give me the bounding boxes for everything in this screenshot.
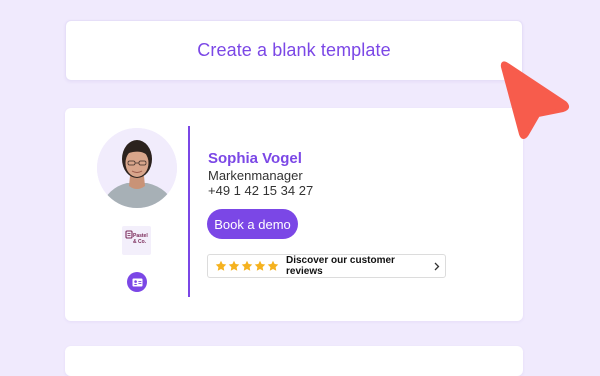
- reviews-label: Discover our customer reviews: [286, 255, 395, 277]
- pastel-logo-icon: Pastel & Co.: [125, 230, 148, 245]
- create-blank-template-button[interactable]: Create a blank template: [65, 20, 523, 81]
- chevron-right-icon: [434, 262, 440, 270]
- create-blank-template-label: Create a blank template: [197, 40, 391, 60]
- next-template-card[interactable]: [65, 346, 523, 376]
- signature-phone[interactable]: +49 1 42 15 34 27: [208, 183, 313, 198]
- profile-photo: [97, 128, 177, 208]
- star-icon: [241, 260, 253, 271]
- vertical-divider: [188, 126, 190, 297]
- signature-name: Sophia Vogel: [208, 150, 302, 167]
- customer-reviews-badge[interactable]: Discover our customer reviews: [207, 254, 446, 278]
- star-icon: [267, 260, 279, 271]
- pointer-cursor-icon: [500, 61, 570, 139]
- star-icon: [254, 260, 266, 271]
- star-icon: [228, 260, 240, 271]
- book-demo-button[interactable]: Book a demo: [207, 209, 298, 239]
- logo-text-line2: & Co.: [133, 239, 147, 245]
- vcard-button[interactable]: [127, 272, 147, 292]
- company-logo: Pastel & Co.: [122, 226, 151, 255]
- person-photo-illustration: [97, 128, 177, 208]
- star-icon: [215, 260, 227, 271]
- contact-card-icon: [132, 278, 142, 286]
- star-rating: [215, 260, 279, 272]
- signature-role: Markenmanager: [208, 168, 303, 183]
